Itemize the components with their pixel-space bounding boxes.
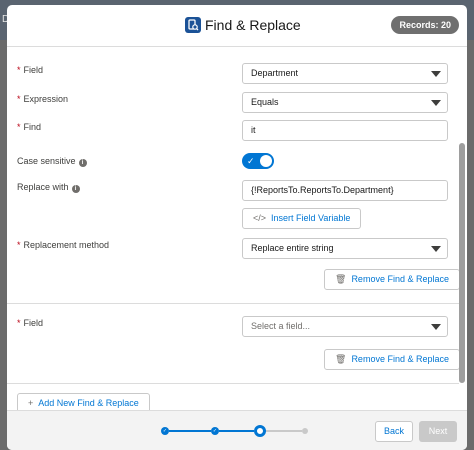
field-select-empty[interactable]: Select a field...	[242, 316, 448, 337]
field-label: * Field	[17, 65, 44, 75]
find-label: * Find	[17, 122, 42, 132]
progress-indicator: ✓ ✓	[161, 425, 321, 437]
field-select[interactable]: Department	[242, 63, 448, 84]
insert-field-variable-button[interactable]: </> Insert Field Variable	[242, 208, 362, 229]
scrollbar[interactable]	[459, 48, 465, 412]
code-icon: </>	[253, 213, 267, 223]
chevron-down-icon	[431, 324, 441, 330]
scrollbar-thumb[interactable]	[459, 143, 465, 383]
trash-icon: 🗑	[335, 354, 347, 364]
case-sensitive-label: Case sensitive i	[17, 156, 87, 167]
step-complete[interactable]: ✓	[211, 427, 219, 435]
replacement-method-select[interactable]: Replace entire string	[242, 238, 448, 259]
replace-with-input[interactable]: {!ReportsTo.ReportsTo.Department}	[242, 180, 448, 201]
step-current[interactable]	[254, 425, 266, 437]
records-badge: Records: 20	[391, 16, 459, 34]
remove-find-replace-button[interactable]: 🗑 Remove Find & Replace	[324, 349, 460, 370]
modal-body: * Field Department * Expression Equals * Fi…	[7, 48, 467, 414]
required-marker: *	[17, 94, 21, 104]
checkmark-icon: ✓	[247, 156, 255, 166]
find-replace-icon	[185, 17, 201, 33]
modal-header: Find & Replace Records: 20	[7, 5, 467, 47]
plus-icon: +	[28, 398, 34, 408]
find-replace-modal: Find & Replace Records: 20 * Field Depart…	[7, 5, 467, 450]
required-marker: *	[17, 65, 21, 75]
modal-footer: ✓ ✓ Back Next	[7, 410, 467, 450]
group-divider	[7, 383, 459, 384]
info-icon[interactable]: i	[78, 159, 87, 167]
chevron-down-icon	[431, 246, 441, 252]
expression-select[interactable]: Equals	[242, 92, 448, 113]
modal-title: Find & Replace	[205, 17, 301, 33]
info-icon[interactable]: i	[71, 185, 80, 193]
replacement-method-label: * Replacement method	[17, 240, 110, 250]
required-marker: *	[17, 318, 21, 328]
back-button[interactable]: Back	[375, 421, 413, 442]
chevron-down-icon	[431, 71, 441, 77]
step-complete[interactable]: ✓	[161, 427, 169, 435]
field-label: * Field	[17, 318, 44, 328]
expression-label: * Expression	[17, 94, 69, 104]
progress-line	[219, 430, 254, 432]
replace-with-label: Replace with i	[17, 182, 80, 193]
required-marker: *	[17, 122, 21, 132]
trash-icon: 🗑	[335, 274, 347, 284]
progress-line	[266, 430, 302, 432]
group-divider	[7, 303, 459, 304]
next-button[interactable]: Next	[419, 421, 457, 442]
progress-line	[169, 430, 211, 432]
toggle-knob	[260, 155, 272, 167]
find-input[interactable]: it	[242, 120, 448, 141]
required-marker: *	[17, 240, 21, 250]
case-sensitive-toggle[interactable]: ✓	[242, 153, 274, 169]
remove-find-replace-button[interactable]: 🗑 Remove Find & Replace	[324, 269, 460, 290]
chevron-down-icon	[431, 100, 441, 106]
step-upcoming[interactable]	[302, 428, 308, 434]
